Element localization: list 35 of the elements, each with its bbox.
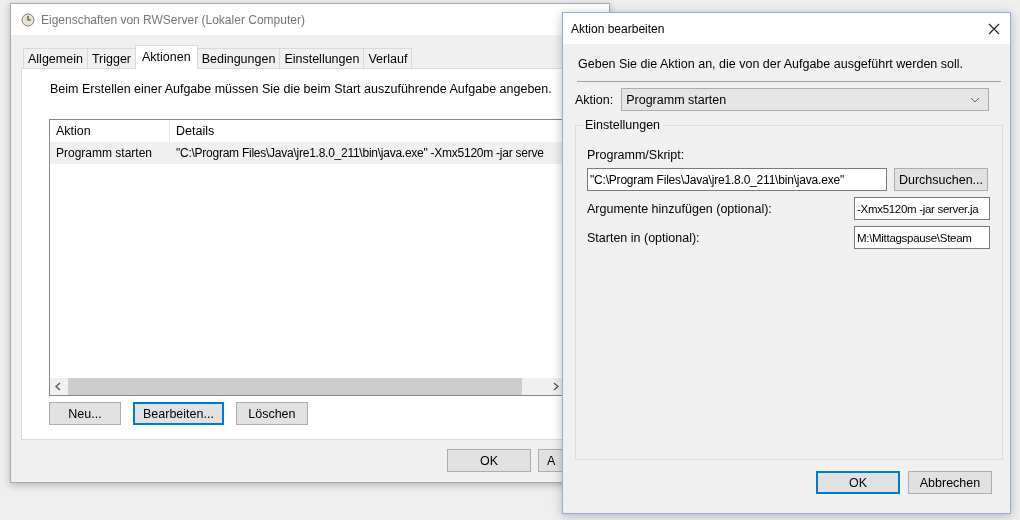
list-row[interactable]: Programm starten "C:\Program Files\Java\jre1.8.0_211\bin\java.exe" -Xmx5120m -jar serve xyxy=(50,142,564,164)
table-cell-text: Programm starten xyxy=(55,146,154,160)
clock-icon xyxy=(21,12,35,27)
tab[interactable]: Aktionen xyxy=(135,45,198,69)
arguments-label: Argumente hinzufügen (optional): xyxy=(587,201,772,216)
dialog-button[interactable]: OK xyxy=(447,449,531,472)
window-title: Eigenschaften von RWServer (Lokaler Computer) xyxy=(41,12,305,27)
scroll-left-icon[interactable] xyxy=(54,382,62,391)
action-button[interactable]: Bearbeiten... xyxy=(133,402,224,425)
action-label: Aktion: xyxy=(575,92,614,107)
action-dropdown[interactable]: Programm starten xyxy=(621,88,990,111)
start-in-field[interactable]: M:\Mittagspause\Steam xyxy=(854,226,990,249)
dialog-title: Aktion bearbeiten xyxy=(571,21,665,36)
action-button[interactable]: Neu... xyxy=(49,402,121,425)
instruction-text: Beim Erstellen einer Aufgabe müssen Sie die beim Start auszuführende Aufgabe angeben. xyxy=(50,82,553,96)
start-in-label: Starten in (optional): xyxy=(587,230,700,245)
chevron-down-icon xyxy=(970,96,981,103)
dialog-button[interactable]: Abbrechen xyxy=(908,471,992,494)
arguments-field[interactable]: -Xmx5120m -jar server.ja xyxy=(854,197,990,220)
tab[interactable]: Allgemein xyxy=(23,48,88,68)
action-button[interactable]: Löschen xyxy=(235,402,308,425)
table-cell-text: "C:\Program Files\Java\jre1.8.0_211\bin\java.exe" -Xmx5120m -jar serve xyxy=(175,146,544,160)
instruction-text: Geben Sie die Aktion an, die von der Aufgabe ausgeführt werden soll. xyxy=(578,57,964,71)
dialog-button[interactable]: OK xyxy=(816,471,900,494)
group-label: Einstellungen xyxy=(583,118,663,132)
tab[interactable]: Verlauf xyxy=(363,48,413,68)
program-field[interactable]: "C:\Program Files\Java\jre1.8.0_211\bin\java.exe" xyxy=(587,168,887,191)
tab[interactable]: Einstellungen xyxy=(279,48,365,68)
close-icon[interactable] xyxy=(988,22,1000,35)
browse-button[interactable]: Durchsuchen... xyxy=(894,168,988,191)
program-label: Programm/Skript: xyxy=(587,148,686,162)
tab[interactable]: Trigger xyxy=(86,48,137,68)
tab[interactable]: Bedingungen xyxy=(196,48,281,68)
column-header[interactable]: Details xyxy=(170,120,215,142)
scroll-right-icon[interactable] xyxy=(552,382,560,391)
